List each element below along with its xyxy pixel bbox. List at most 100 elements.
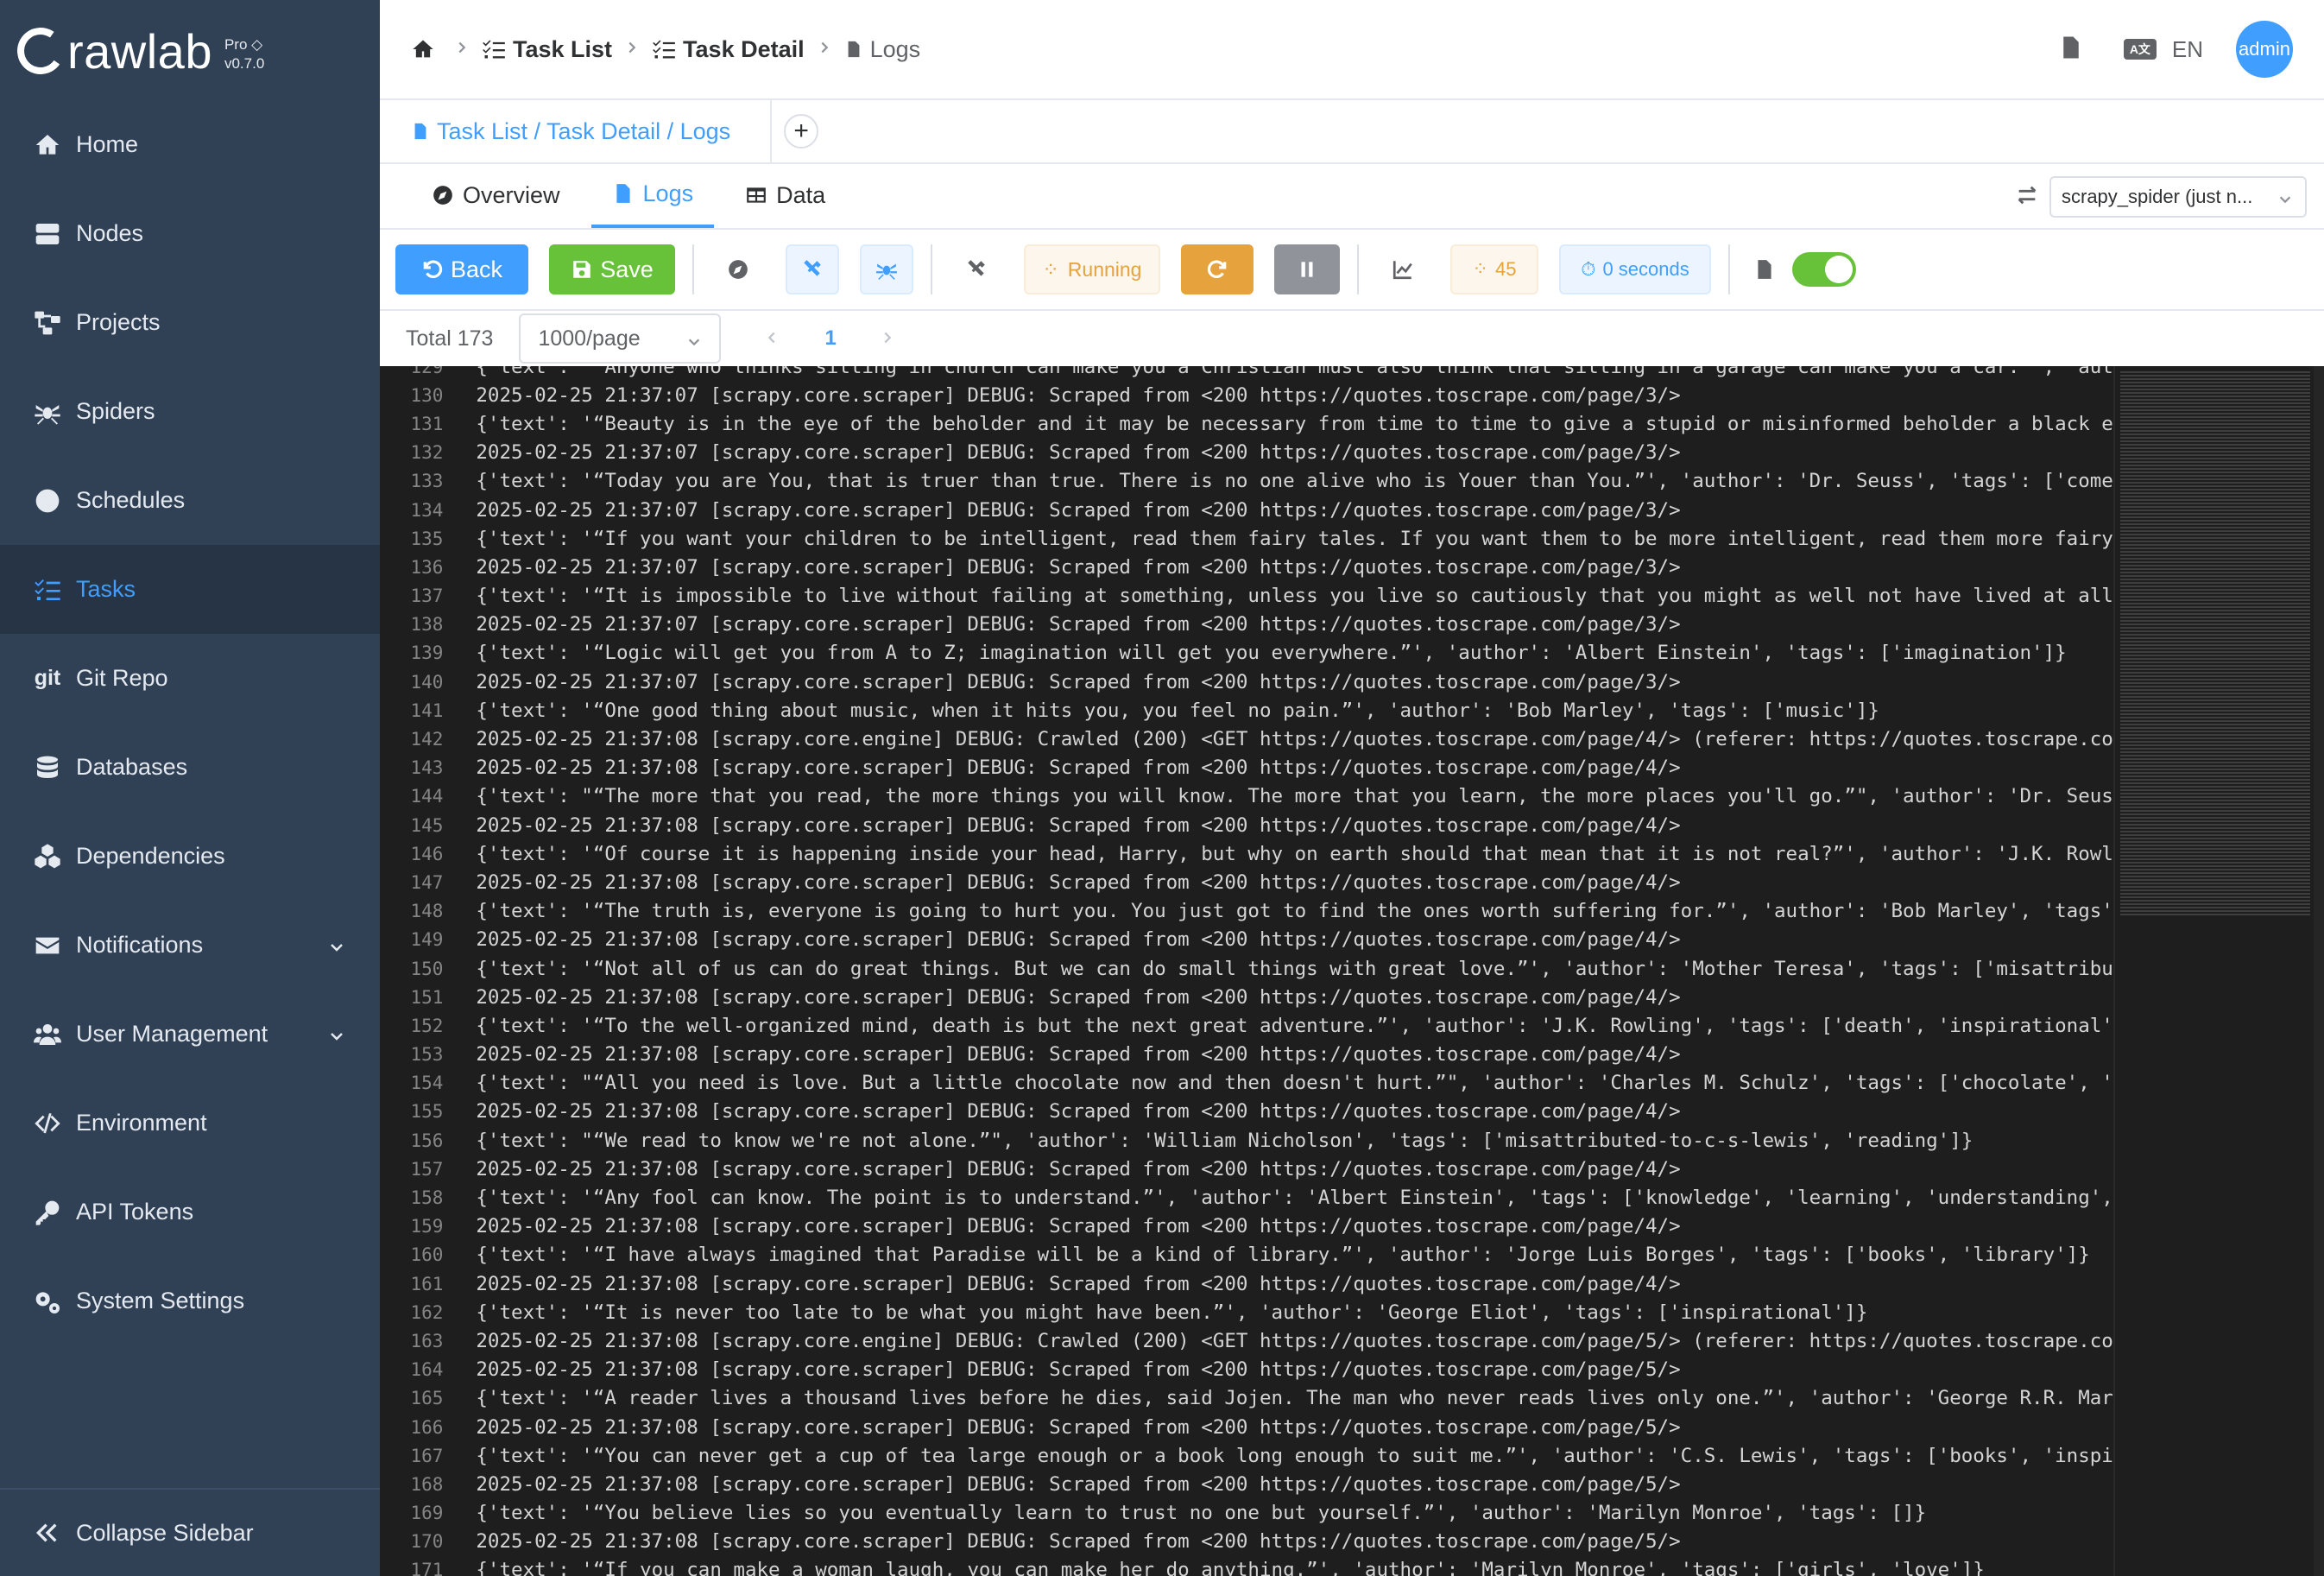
status-label: Running: [1067, 257, 1142, 281]
line-text: {'text': '“One good thing about music, w…: [476, 699, 1879, 722]
line-text: {'text': "“The more that you read, the m…: [476, 785, 2117, 808]
line-number: 155: [410, 1101, 444, 1123]
sidebar-item-label: System Settings: [76, 1288, 245, 1313]
auto-scroll-toggle[interactable]: [1792, 252, 1856, 287]
breadcrumb-task-detail[interactable]: Task Detail: [652, 36, 805, 63]
log-line: 160 {'text': '“I have always imagined tha…: [380, 1241, 2117, 1269]
restart-button[interactable]: [1181, 244, 1254, 294]
page-number[interactable]: 1: [824, 326, 836, 351]
spider-select-value: scrapy_spider (just n...: [2062, 186, 2253, 207]
log-file-button[interactable]: [1747, 244, 1782, 294]
spider-icon: [876, 263, 897, 280]
save-button[interactable]: Save: [549, 244, 675, 294]
log-scrollbar[interactable]: [2314, 366, 2324, 1576]
tab-data[interactable]: Data: [724, 162, 846, 228]
avatar[interactable]: admin: [2236, 21, 2293, 78]
line-text: 2025-02-25 21:37:07 [scrapy.core.scraper…: [476, 498, 1681, 522]
sidebar-item-api-tokens[interactable]: API Tokens: [0, 1168, 380, 1256]
spider-icon: [33, 397, 62, 427]
line-text: 2025-02-25 21:37:08 [scrapy.core.scraper…: [476, 813, 1681, 837]
tools-button[interactable]: [786, 244, 839, 294]
breadcrumb-home[interactable]: [411, 37, 442, 61]
spider-button[interactable]: [860, 244, 913, 294]
line-text: {'text': "“All you need is love. But a l…: [476, 1072, 2117, 1095]
file-icon: [616, 184, 630, 203]
save-icon: [573, 261, 590, 278]
line-text: {'text': "“We read to know we're not alo…: [476, 1129, 1974, 1152]
settings-button[interactable]: [950, 244, 1003, 294]
log-viewer[interactable]: 129 {'text': '“Anyone who thinks sitting …: [380, 366, 2324, 1576]
chevron-down-icon: [2277, 190, 2293, 212]
tab-logs[interactable]: Logs: [590, 162, 715, 228]
line-number: 164: [410, 1359, 444, 1381]
collapse-sidebar-label: Collapse Sidebar: [76, 1519, 254, 1546]
log-line: 149 2025-02-25 21:37:08 [scrapy.core.scra…: [380, 926, 2117, 954]
sidebar-item-label: Notifications: [76, 932, 204, 958]
next-page-button[interactable]: [880, 326, 895, 351]
sidebar-item-home[interactable]: Home: [0, 100, 380, 189]
page-size-select[interactable]: 1000/page: [519, 313, 722, 364]
database-icon: [33, 753, 62, 782]
language-switcher[interactable]: A文 EN: [2123, 36, 2203, 63]
back-button[interactable]: Back: [395, 244, 528, 294]
line-number: 145: [410, 814, 444, 836]
duration-label: 0 seconds: [1602, 258, 1689, 280]
line-number: 150: [410, 958, 444, 979]
log-line: 144 {'text': "“The more that you read, th…: [380, 782, 2117, 811]
sidebar-item-notifications[interactable]: Notifications: [0, 901, 380, 990]
navigate-button[interactable]: [711, 244, 765, 294]
wrench-icon: [968, 260, 985, 276]
sidebar-item-dependencies[interactable]: Dependencies: [0, 812, 380, 901]
sidebar-item-databases[interactable]: Databases: [0, 723, 380, 812]
page-tab-active[interactable]: Task List / Task Detail / Logs: [380, 99, 773, 163]
log-line: 154 {'text': "“All you need is love. But …: [380, 1069, 2117, 1098]
stats-button[interactable]: [1376, 244, 1430, 294]
sidebar-item-system-settings[interactable]: System Settings: [0, 1256, 380, 1345]
sidebar-item-environment[interactable]: Environment: [0, 1079, 380, 1168]
sidebar-item-user-management[interactable]: User Management: [0, 990, 380, 1079]
breadcrumb-task-list[interactable]: Task List: [482, 36, 612, 63]
tab-overview[interactable]: Overview: [411, 162, 581, 228]
line-text: 2025-02-25 21:37:08 [scrapy.core.scraper…: [476, 1100, 1681, 1123]
minimap[interactable]: [2113, 366, 2314, 1576]
line-text: 2025-02-25 21:37:08 [scrapy.core.scraper…: [476, 1215, 1681, 1238]
prev-page-button[interactable]: [764, 326, 780, 351]
line-number: 167: [410, 1445, 444, 1466]
crawlab-logo[interactable]: rawlab Pro ◇ v0.7.0: [13, 19, 264, 83]
sidebar-item-git-repo[interactable]: git Git Repo: [0, 634, 380, 723]
line-text: {'text': '“A reader lives a thousand liv…: [476, 1387, 2117, 1410]
line-text: 2025-02-25 21:37:08 [scrapy.core.scraper…: [476, 870, 1681, 894]
log-line: 131 {'text': '“Beauty is in the eye of th…: [380, 409, 2117, 438]
sidebar-item-tasks[interactable]: Tasks: [0, 545, 380, 634]
line-text: {'text': '“If you can make a woman laugh…: [476, 1559, 1985, 1576]
toolbar-divider: [1728, 244, 1730, 294]
add-tab-button[interactable]: +: [784, 114, 819, 149]
line-text: 2025-02-25 21:37:07 [scrapy.core.scraper…: [476, 441, 1681, 465]
sidebar-item-nodes[interactable]: Nodes: [0, 189, 380, 278]
sidebar-item-schedules[interactable]: Schedules: [0, 456, 380, 545]
log-line: 159 2025-02-25 21:37:08 [scrapy.core.scra…: [380, 1212, 2117, 1241]
line-text: 2025-02-25 21:37:07 [scrapy.core.scraper…: [476, 555, 1681, 579]
sidebar-item-spiders[interactable]: Spiders: [0, 367, 380, 456]
result-count-badge: ⁘ 45: [1450, 244, 1538, 294]
spider-select[interactable]: scrapy_spider (just n...: [2049, 176, 2307, 218]
line-number: 138: [410, 614, 444, 636]
sidebar-item-projects[interactable]: Projects: [0, 278, 380, 367]
document-icon[interactable]: [2058, 35, 2084, 65]
pause-button[interactable]: [1274, 244, 1340, 294]
diamond-icon: ◇: [251, 36, 263, 53]
sidebar-item-label: Tasks: [76, 576, 136, 602]
version-info: Pro ◇ v0.7.0: [224, 35, 264, 73]
log-line: 143 2025-02-25 21:37:08 [scrapy.core.scra…: [380, 754, 2117, 782]
collapse-sidebar-button[interactable]: Collapse Sidebar: [0, 1488, 380, 1576]
tab-label: Overview: [463, 181, 560, 208]
toolbar-divider: [931, 244, 932, 294]
log-line: 141 {'text': '“One good thing about music…: [380, 696, 2117, 725]
log-line: 134 2025-02-25 21:37:07 [scrapy.core.scra…: [380, 496, 2117, 524]
line-number: 133: [410, 471, 444, 492]
total-count: Total 173: [406, 326, 494, 351]
line-number: 166: [410, 1416, 444, 1438]
line-text: {'text': '“It is never too late to be wh…: [476, 1301, 1868, 1324]
log-line: 153 2025-02-25 21:37:08 [scrapy.core.scra…: [380, 1041, 2117, 1069]
line-number: 134: [410, 499, 444, 521]
